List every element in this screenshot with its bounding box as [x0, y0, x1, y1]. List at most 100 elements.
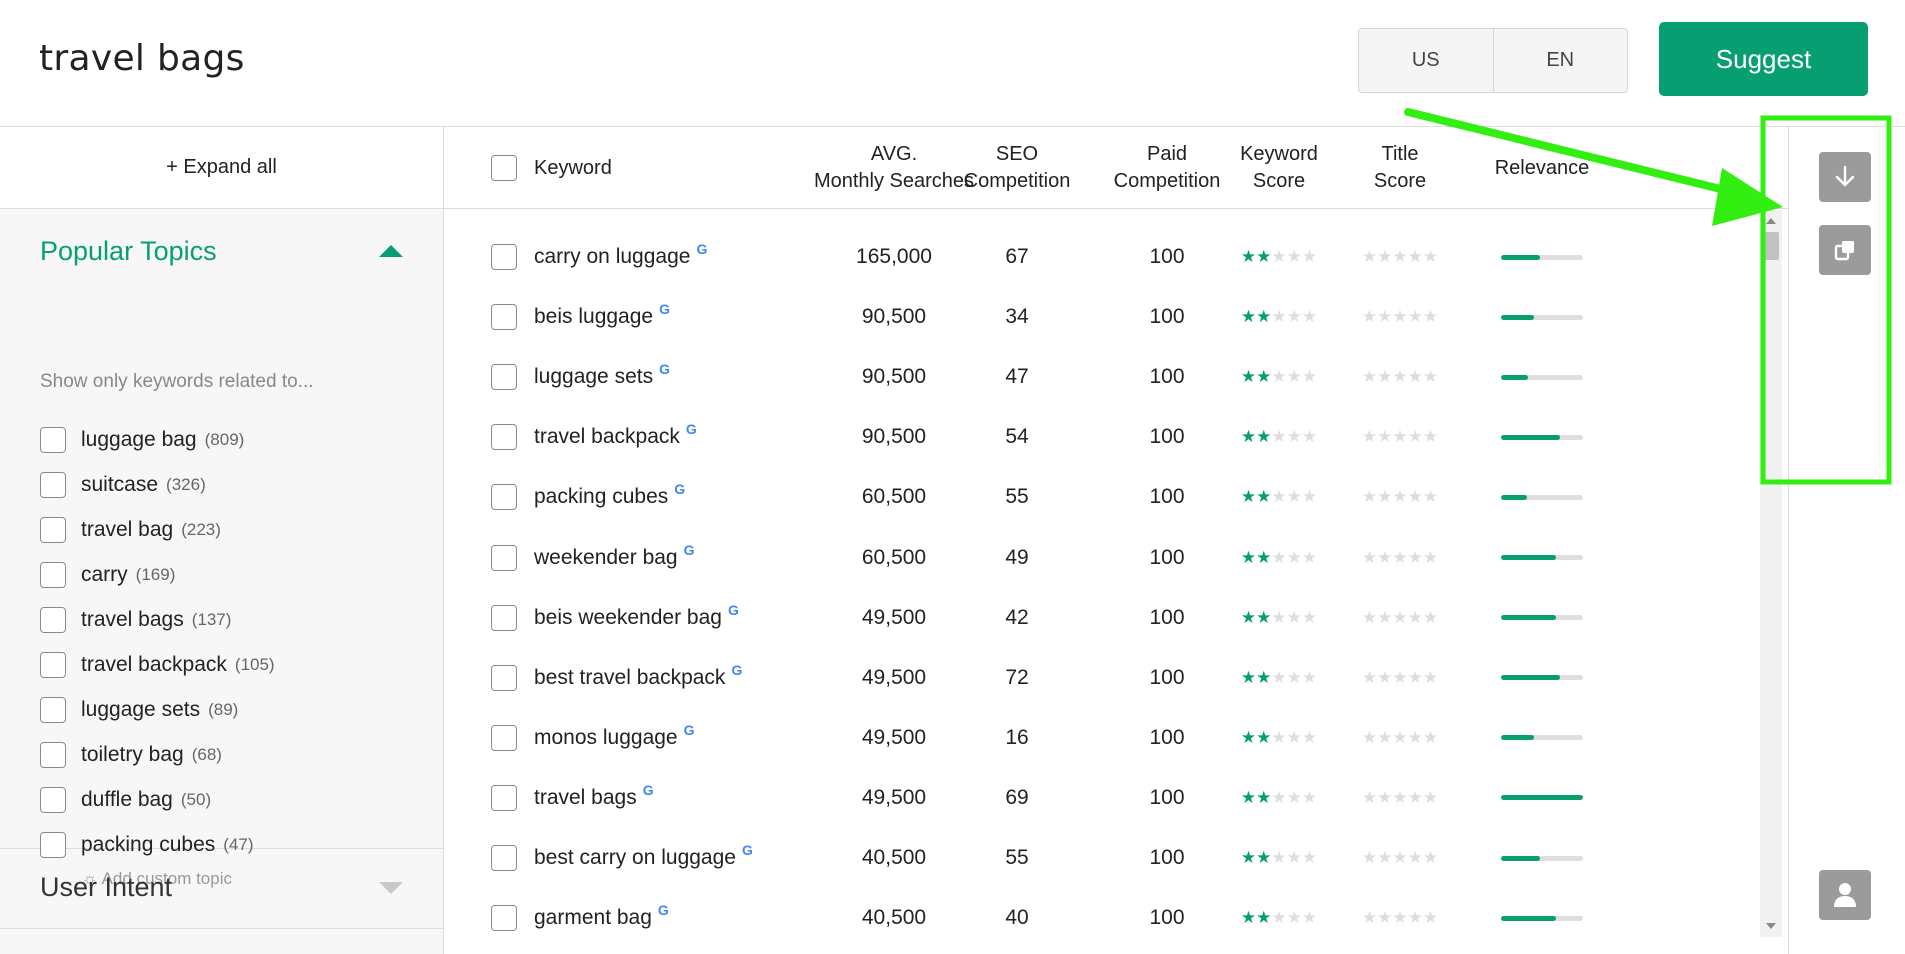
topic-item[interactable]: suitcase (326) — [40, 462, 275, 507]
expand-caret-icon[interactable] — [379, 881, 403, 894]
table-row[interactable]: carry on luggage G 165,000 67 100 ★ ★ ★ ★ ★ ★ ★ ★ ★ ★ — [444, 227, 1764, 287]
google-icon: G — [683, 541, 695, 558]
row-checkbox[interactable] — [491, 724, 517, 751]
topic-count: (223) — [181, 519, 221, 539]
keyword-cell[interactable]: packing cubes G — [534, 467, 685, 527]
table-row[interactable]: luggage sets G 90,500 47 100 ★ ★ ★ ★ ★ ★ ★ ★ ★ ★ — [444, 347, 1764, 407]
scroll-thumb[interactable] — [1763, 232, 1779, 260]
country-selector[interactable]: US — [1359, 29, 1493, 92]
relevance-bar — [1501, 915, 1583, 921]
keyword-cell[interactable]: beis luggage G — [534, 287, 670, 347]
keyword-cell[interactable]: monos luggage G — [534, 708, 695, 768]
user-intent-section[interactable]: User Intent — [0, 847, 443, 929]
topic-count: (137) — [191, 609, 232, 629]
topic-item[interactable]: duffle bag (50) — [40, 777, 275, 822]
topic-checkbox[interactable] — [40, 561, 66, 588]
row-checkbox[interactable] — [491, 845, 517, 871]
keyword-cell[interactable]: travel bags G — [534, 768, 654, 828]
topic-item[interactable]: luggage bag (809) — [40, 417, 275, 462]
row-checkbox[interactable] — [491, 544, 517, 571]
row-checkbox[interactable] — [491, 424, 517, 451]
language-selector[interactable]: EN — [1492, 29, 1628, 92]
search-query[interactable]: travel bags — [39, 38, 245, 79]
topic-item[interactable]: toiletry bag (68) — [40, 732, 275, 777]
keyword-cell[interactable]: garment bag G — [534, 888, 669, 948]
scroll-down-arrow-icon[interactable] — [1766, 923, 1776, 929]
row-checkbox[interactable] — [491, 304, 517, 331]
table-row[interactable]: beis weekender bag G 49,500 42 100 ★ ★ ★ ★ ★ ★ ★ ★ ★ ★ — [444, 588, 1764, 648]
keyword-text: best carry on luggage — [534, 846, 736, 869]
export-button[interactable] — [1819, 152, 1871, 202]
keyword-text: travel backpack — [534, 425, 680, 449]
topic-checkbox[interactable] — [40, 606, 66, 633]
row-checkbox[interactable] — [491, 604, 517, 631]
popular-topics-header[interactable]: Popular Topics — [40, 231, 403, 271]
topic-item[interactable]: luggage sets (89) — [40, 687, 275, 732]
relevance-bar — [1501, 795, 1583, 801]
suggest-button[interactable]: Suggest — [1659, 22, 1868, 96]
row-checkbox[interactable] — [491, 905, 517, 932]
table-row[interactable]: best travel backpack G 49,500 72 100 ★ ★ ★ ★ ★ ★ ★ ★… — [444, 648, 1764, 708]
relevance-bar — [1501, 494, 1583, 500]
topic-checkbox[interactable] — [40, 426, 66, 453]
header-keyword[interactable]: Keyword — [534, 127, 612, 209]
google-icon: G — [674, 481, 686, 498]
table-row[interactable]: best carry on luggage G 40,500 55 100 ★ ★ ★ ★ ★ ★ ★… — [444, 828, 1764, 888]
copy-button[interactable] — [1819, 225, 1871, 275]
topic-item[interactable]: travel backpack (105) — [40, 642, 275, 687]
topic-item[interactable]: travel bag (223) — [40, 507, 275, 552]
row-checkbox-cell — [491, 407, 517, 467]
keyword-cell[interactable]: best travel backpack G — [534, 648, 742, 708]
keyword-cell[interactable]: luggage sets G — [534, 347, 670, 407]
row-checkbox[interactable] — [491, 784, 517, 811]
topic-checkbox[interactable] — [40, 651, 66, 678]
row-checkbox[interactable] — [491, 364, 517, 391]
relevance-cell — [1444, 347, 1640, 407]
table-row[interactable]: travel backpack G 90,500 54 100 ★ ★ ★ ★ ★ ★ ★ ★ ★ ★ — [444, 407, 1764, 467]
topic-checkbox[interactable] — [40, 741, 66, 768]
expand-all-button[interactable]: + Expand all — [0, 127, 443, 209]
relevance-fill — [1501, 795, 1583, 801]
table-row[interactable]: garment bag G 40,500 40 100 ★ ★ ★ ★ ★ ★ ★ ★ ★ ★ — [444, 888, 1764, 948]
table-row[interactable]: weekender bag G 60,500 49 100 ★ ★ ★ ★ ★ ★ ★ ★ ★ ★ — [444, 528, 1764, 588]
topic-checkbox[interactable] — [40, 696, 66, 723]
keyword-cell[interactable]: travel backpack G — [534, 407, 697, 467]
header-relevance[interactable]: Relevance — [1444, 127, 1640, 209]
google-icon: G — [683, 721, 695, 738]
table-header: Keyword AVG. Monthly Searches SEO Compet… — [444, 127, 1788, 209]
topic-checkbox[interactable] — [40, 471, 66, 498]
account-button[interactable] — [1819, 870, 1871, 920]
relevance-fill — [1501, 494, 1528, 500]
relevance-cell — [1444, 648, 1640, 708]
topic-name: travel backpack — [81, 652, 227, 676]
relevance-fill — [1501, 615, 1556, 621]
table-row[interactable]: travel bags G 49,500 69 100 ★ ★ ★ ★ ★ ★ ★ ★ ★ ★ — [444, 768, 1764, 828]
row-checkbox-cell — [491, 888, 517, 948]
row-checkbox[interactable] — [491, 664, 517, 691]
topic-name: duffle bag — [81, 787, 173, 811]
topic-checkbox[interactable] — [40, 516, 66, 543]
header-paid-line1: Paid — [1146, 143, 1188, 165]
table-row[interactable]: beis luggage G 90,500 34 100 ★ ★ ★ ★ ★ ★ ★ ★ ★ ★ — [444, 287, 1764, 347]
topic-checkbox[interactable] — [40, 786, 66, 813]
top-bar: travel bags US EN Suggest — [0, 0, 1905, 127]
topic-item[interactable]: travel bags (137) — [40, 597, 275, 642]
table-scrollbar[interactable] — [1760, 210, 1782, 937]
select-all-checkbox[interactable] — [491, 155, 517, 181]
keyword-cell[interactable]: carry on luggage G — [534, 227, 707, 287]
header-tscore-line2: Score — [1373, 170, 1427, 192]
scroll-up-arrow-icon[interactable] — [1766, 218, 1776, 224]
keyword-text: beis weekender bag — [534, 605, 722, 629]
row-checkbox[interactable] — [491, 244, 517, 270]
topic-count: (326) — [166, 474, 206, 494]
table-row[interactable]: monos luggage G 49,500 16 100 ★ ★ ★ ★ ★ ★ ★ ★ ★ ★ — [444, 708, 1764, 768]
relevance-fill — [1501, 735, 1534, 741]
row-checkbox[interactable] — [491, 484, 517, 511]
keyword-cell[interactable]: weekender bag G — [534, 528, 695, 588]
topic-name: carry — [81, 562, 128, 586]
keyword-cell[interactable]: beis weekender bag G — [534, 588, 739, 648]
topic-item[interactable]: carry (169) — [40, 552, 275, 597]
table-row[interactable]: packing cubes G 60,500 55 100 ★ ★ ★ ★ ★ ★ ★ ★ ★ ★ — [444, 467, 1764, 527]
row-checkbox-cell — [491, 528, 517, 588]
collapse-caret-icon[interactable] — [379, 245, 403, 257]
